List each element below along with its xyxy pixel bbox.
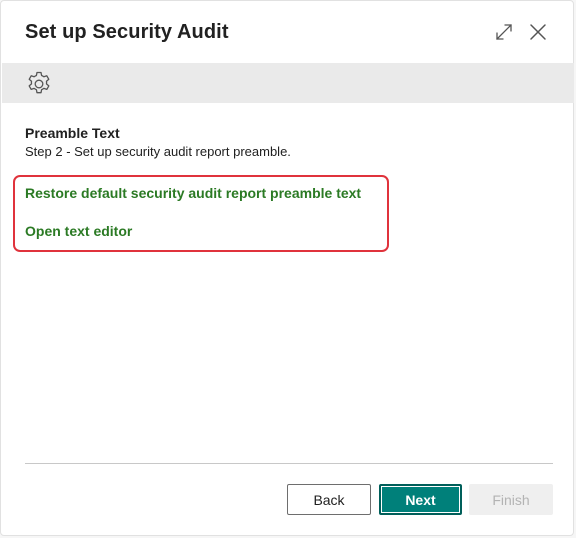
expand-icon[interactable] bbox=[495, 23, 513, 41]
gear-icon[interactable] bbox=[25, 70, 53, 98]
step-heading: Preamble Text bbox=[25, 125, 120, 141]
open-text-editor-link[interactable]: Open text editor bbox=[25, 223, 132, 239]
action-bar bbox=[2, 63, 574, 103]
finish-button[interactable]: Finish bbox=[469, 484, 553, 515]
restore-default-preamble-link[interactable]: Restore default security audit report pr… bbox=[25, 185, 361, 201]
footer-divider bbox=[25, 463, 553, 464]
step-description: Step 2 - Set up security audit report pr… bbox=[25, 144, 291, 159]
back-button[interactable]: Back bbox=[287, 484, 371, 515]
setup-dialog: Set up Security Audit Preamble Text Step… bbox=[0, 0, 574, 536]
next-button[interactable]: Next bbox=[379, 484, 462, 515]
dialog-title: Set up Security Audit bbox=[25, 21, 229, 43]
close-icon[interactable] bbox=[528, 22, 548, 42]
